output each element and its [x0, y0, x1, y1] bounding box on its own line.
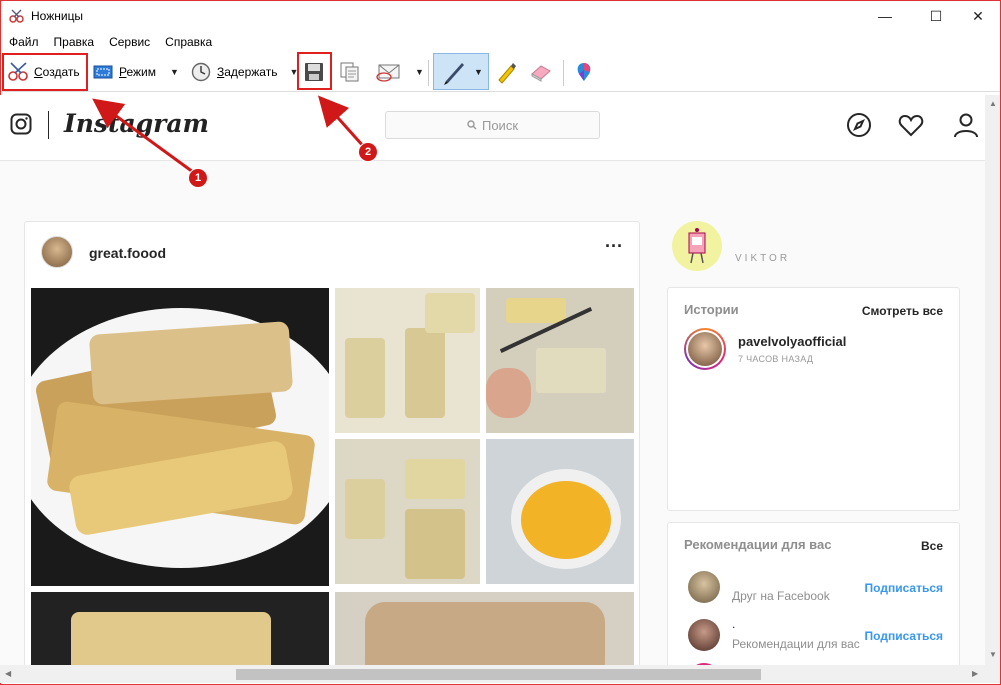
follow-button[interactable]: Подписаться — [865, 581, 943, 595]
food-photo-step3[interactable] — [335, 439, 480, 584]
food-photo-step4[interactable] — [486, 439, 634, 584]
food-photo-4[interactable] — [31, 592, 329, 665]
explore-compass-icon[interactable] — [845, 111, 873, 139]
maximize-button[interactable]: ☐ — [913, 1, 959, 31]
recommendation-avatar[interactable] — [688, 619, 720, 651]
profile-icon[interactable] — [952, 111, 980, 139]
post-more-button[interactable]: ··· — [605, 236, 623, 257]
recommendation-subtitle: Рекомендации для вас — [732, 637, 860, 651]
pen-button[interactable]: ▼ — [433, 53, 489, 90]
paint3d-icon — [577, 63, 591, 81]
story-avatar — [688, 332, 722, 366]
stories-card: Истории Смотреть все pavelvolyaofficial … — [667, 287, 960, 511]
food-photo-5[interactable] — [335, 592, 634, 665]
scroll-down-arrow-icon[interactable]: ▼ — [989, 650, 997, 659]
mode-dropdown-arrow[interactable]: ▼ — [170, 67, 179, 77]
post-username[interactable]: great.foood — [89, 245, 166, 261]
eraser-button[interactable] — [529, 57, 553, 87]
menu-bar: Файл Правка Сервис Справка — [1, 32, 1000, 52]
follow-button[interactable]: Подписаться — [865, 629, 943, 643]
send-dropdown-arrow[interactable]: ▼ — [415, 67, 424, 77]
heart-icon[interactable] — [897, 111, 925, 139]
highlighter-icon — [498, 63, 516, 84]
toolbar-separator-3 — [563, 60, 564, 86]
copy-button[interactable] — [339, 57, 361, 87]
snip-preview-area: Instagram Поиск great.foood ··· VIKTOR И… — [0, 95, 985, 665]
sidebar-username[interactable]: VIKTOR — [735, 253, 790, 264]
eraser-icon — [531, 65, 551, 82]
highlighter-button[interactable] — [495, 57, 519, 87]
minimize-button[interactable]: — — [862, 1, 908, 31]
story-username[interactable]: pavelvolyaofficial — [738, 334, 846, 349]
mode-button[interactable]: Режим ▼ — [93, 57, 179, 87]
robot-avatar-icon — [688, 228, 706, 264]
scrollbar-corner — [985, 665, 1000, 683]
instagram-camera-icon[interactable] — [10, 113, 32, 135]
instagram-wordmark[interactable]: Instagram — [64, 109, 209, 138]
menu-file[interactable]: Файл — [1, 32, 46, 52]
scissors-app-icon — [9, 9, 24, 23]
header-divider — [48, 111, 49, 139]
delay-button[interactable]: Задержать ▼ — [191, 57, 298, 87]
send-button[interactable]: ▼ — [375, 57, 424, 87]
annotation-badge-2: 2 — [358, 142, 378, 162]
scroll-right-arrow-icon[interactable]: ▶ — [972, 669, 978, 678]
scroll-left-arrow-icon[interactable]: ◀ — [5, 669, 11, 678]
clock-icon — [191, 62, 211, 82]
search-placeholder: Поиск — [481, 117, 519, 133]
copy-icon — [340, 62, 359, 82]
pen-dropdown-arrow[interactable]: ▼ — [474, 67, 483, 77]
scroll-up-arrow-icon[interactable]: ▲ — [989, 99, 997, 108]
window-title: Ножницы — [31, 9, 84, 23]
menu-tools[interactable]: Сервис — [101, 32, 157, 52]
food-photo-main[interactable] — [31, 288, 329, 586]
food-photo-step2[interactable] — [486, 288, 634, 433]
story-timestamp: 7 ЧАСОВ НАЗАД — [738, 354, 814, 364]
recommendations-title: Рекомендации для вас — [684, 537, 832, 552]
horizontal-scroll-thumb[interactable] — [236, 669, 761, 680]
annotation-badge-1: 1 — [188, 168, 208, 188]
vertical-scrollbar[interactable]: ▲ ▼ — [985, 95, 1000, 665]
recommendation-name[interactable]: . — [732, 617, 735, 631]
stories-title: Истории — [684, 302, 739, 317]
pen-icon — [444, 62, 464, 85]
menu-help[interactable]: Справка — [157, 32, 219, 52]
toolbar-separator-2 — [428, 60, 429, 86]
post-avatar[interactable] — [41, 236, 73, 268]
recommendations-all-link[interactable]: Все — [921, 539, 943, 553]
highlight-box-save-button — [297, 52, 332, 90]
title-bar: Ножницы — ☐ ✕ — [1, 1, 1000, 31]
highlight-box-new-button — [2, 53, 88, 91]
instagram-header: Instagram Поиск — [0, 95, 985, 161]
delay-label: адержать — [224, 65, 278, 79]
mode-icon — [93, 65, 113, 79]
recommendation-avatar[interactable] — [688, 571, 720, 603]
sidebar-avatar[interactable] — [672, 221, 722, 271]
story-avatar-ring[interactable] — [684, 328, 726, 370]
send-icon — [376, 64, 400, 82]
recommendation-row: Друг на Facebook Подписаться — [668, 567, 959, 607]
stories-see-all-link[interactable]: Смотреть все — [862, 304, 943, 318]
recommendation-row: . Рекомендации для вас Подписаться — [668, 615, 959, 655]
feed-post: great.foood ··· — [24, 221, 640, 665]
close-button[interactable]: ✕ — [955, 1, 1001, 31]
food-photo-step1[interactable] — [335, 288, 480, 433]
toolbar: Создать Режим ▼ Задержать ▼ ▼ ▼ — [1, 52, 1000, 92]
mode-label: ежим — [126, 65, 157, 79]
recommendations-card: Рекомендации для вас Все Друг на Faceboo… — [667, 522, 960, 665]
search-icon — [467, 120, 477, 130]
menu-edit[interactable]: Правка — [46, 32, 102, 52]
recommendation-subtitle: Друг на Facebook — [732, 589, 830, 603]
search-input[interactable]: Поиск — [385, 111, 600, 139]
paint3d-button[interactable] — [572, 57, 596, 87]
